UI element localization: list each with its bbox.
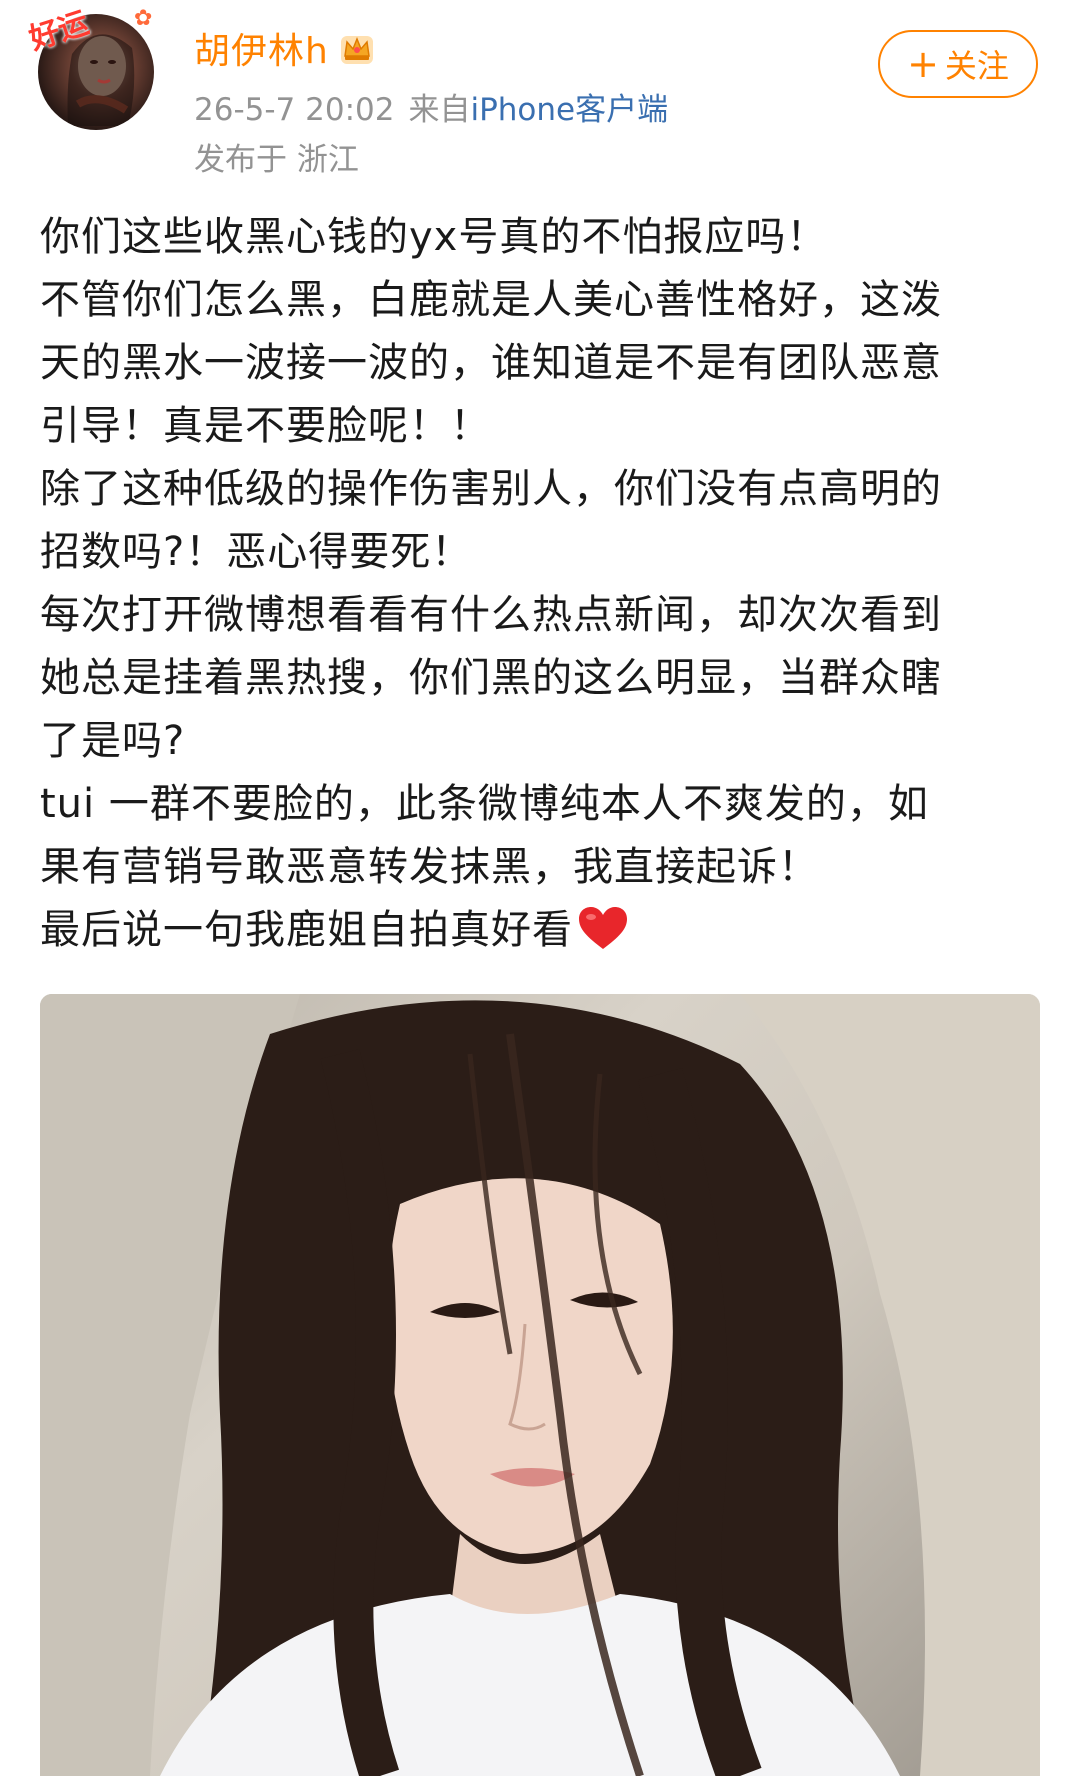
post-location: 发布于 浙江 — [194, 142, 359, 178]
post-line: 果有营销号敢恶意转发抹黑，我直接起诉！ — [40, 844, 819, 890]
post-image[interactable] — [40, 994, 1040, 1776]
post-meta: 26-5-7 20:02 来自iPhone客户端 — [194, 84, 668, 129]
plus-icon: + — [907, 42, 939, 86]
post-line: 招数吗?！恶心得要死！ — [40, 529, 473, 575]
heart-icon — [579, 907, 627, 949]
post-line: 你们这些收黑心钱的yx号真的不怕报应吗！ — [40, 214, 828, 260]
source-app-link[interactable]: iPhone客户端 — [470, 92, 668, 128]
selfie-photo — [40, 994, 1040, 1776]
username[interactable]: 胡伊林h — [194, 22, 329, 74]
post-line: 引导！真是不要脸呢！！ — [40, 403, 491, 449]
sparkle-icon: ✿ — [134, 6, 153, 31]
post-line: 不管你们怎么黑，白鹿就是人美心善性格好，这泼 — [40, 277, 942, 323]
follow-label: 关注 — [944, 47, 1009, 85]
post-line: 每次打开微博想看看有什么热点新闻，却次次看到 — [40, 592, 942, 638]
post-line: tui 一群不要脸的，此条微博纯本人不爽发的，如 — [40, 781, 929, 827]
post-line: 天的黑水一波接一波的，谁知道是不是有团队恶意 — [40, 340, 942, 386]
username-row: 胡伊林h — [194, 22, 377, 74]
post-line: 除了这种低级的操作伤害别人，你们没有点高明的 — [40, 466, 942, 512]
post-line-last: 最后说一句我鹿姐自拍真好看 — [40, 899, 1040, 962]
post-line: 了是吗? — [40, 718, 186, 764]
source-prefix: 来自 — [408, 92, 471, 128]
post-line-text: 最后说一句我鹿姐自拍真好看 — [40, 907, 573, 953]
post-line: 她总是挂着黑热搜，你们黑的这么明显，当群众瞎 — [40, 655, 942, 701]
weibo-post-page: 好运 ✿ 胡伊林h 26-5-7 20:02 来自iPhone客户端 发布于 浙江… — [0, 0, 1080, 1776]
crown-icon — [340, 36, 373, 64]
post-time: 26-5-7 20:02 — [194, 92, 395, 128]
post-text: 你们这些收黑心钱的yx号真的不怕报应吗！ 不管你们怎么黑，白鹿就是人美心善性格好… — [40, 206, 1040, 962]
follow-button[interactable]: + 关注 — [878, 30, 1038, 98]
